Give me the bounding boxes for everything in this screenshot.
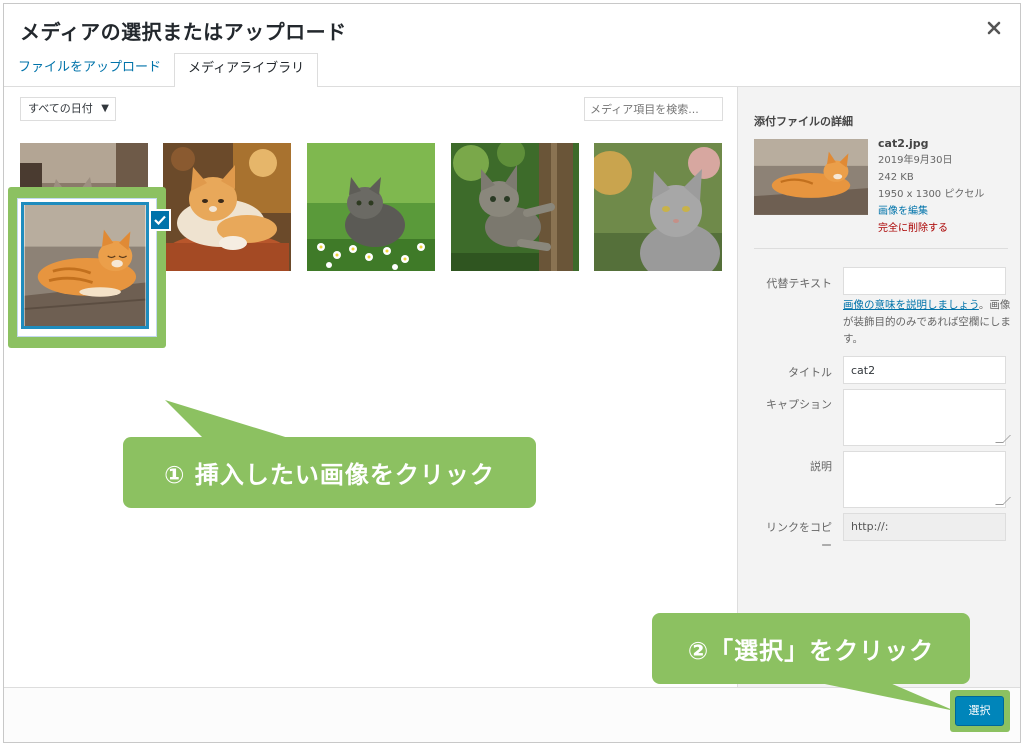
media-item-thumbnail[interactable] xyxy=(594,143,722,271)
title-input[interactable] xyxy=(843,356,1006,384)
modal-tabs: ファイルをアップロード メディアライブラリ xyxy=(4,51,1020,88)
select-button-highlight: 選択 xyxy=(950,690,1010,732)
tab-upload-files[interactable]: ファイルをアップロード xyxy=(18,53,161,87)
attachment-filename: cat2.jpg xyxy=(878,137,929,150)
cat2-image xyxy=(24,205,146,326)
alt-text-label: 代替テキスト xyxy=(766,277,832,290)
attachment-details-heading: 添付ファイルの詳細 xyxy=(754,115,853,128)
attachment-info: cat2.jpg 2019年9月30日 242 KB 1950 x 1300 ピ… xyxy=(878,135,984,237)
media-item-thumbnail[interactable] xyxy=(451,143,579,271)
media-library-content: すべての日付 ▼ xyxy=(4,87,737,687)
cat2-preview-image xyxy=(754,139,868,215)
date-filter-select[interactable]: すべての日付 ▼ xyxy=(20,97,116,121)
close-icon xyxy=(987,21,1001,35)
attachment-filesize: 242 KB xyxy=(878,172,914,183)
attachment-date: 2019年9月30日 xyxy=(878,155,953,166)
close-button[interactable] xyxy=(982,16,1006,40)
selected-highlight xyxy=(8,187,171,348)
delete-permanently-link[interactable]: 完全に削除する xyxy=(878,220,984,237)
media-item-selected[interactable] xyxy=(18,199,171,336)
select-button[interactable]: 選択 xyxy=(955,696,1004,726)
tab-media-library[interactable]: メディアライブラリ xyxy=(174,53,319,88)
selected-check-icon[interactable] xyxy=(149,209,171,231)
cat-kitten-grass-flowers-image xyxy=(307,143,435,271)
callout-step-2: ②「選択」をクリック xyxy=(652,613,970,684)
edit-image-link[interactable]: 画像を編集 xyxy=(878,203,984,220)
sidebar-divider xyxy=(754,248,1008,249)
caption-textarea[interactable] xyxy=(843,389,1006,446)
callout-2-pointer xyxy=(820,683,955,711)
attachment-preview xyxy=(754,139,868,215)
cat-kitten-tree-image xyxy=(451,143,579,271)
description-textarea[interactable] xyxy=(843,451,1006,508)
title-label: タイトル xyxy=(788,366,832,379)
callout-1-pointer xyxy=(165,400,295,440)
media-search-input[interactable] xyxy=(584,97,723,121)
alt-text-help: 画像の意味を説明しましょう。画像が装飾目的のみであれば空欄にします。 xyxy=(843,297,1013,348)
modal-title: メディアの選択またはアップロード xyxy=(20,20,347,44)
alt-text-help-link[interactable]: 画像の意味を説明しましょう xyxy=(843,299,979,311)
cat-orange-white-pot-image xyxy=(163,143,291,271)
attachment-details-sidebar: 添付ファイルの詳細 cat2.jpg 2019年9月30日 242 KB 195… xyxy=(737,87,1020,687)
caption-label: キャプション xyxy=(766,398,832,411)
copy-link-label: リンクをコピー xyxy=(766,521,832,552)
copy-link-field[interactable]: http://: xyxy=(843,513,1006,541)
caret-down-icon: ▼ xyxy=(101,103,109,114)
media-item-thumbnail[interactable] xyxy=(163,143,291,271)
attachment-dimensions: 1950 x 1300 ピクセル xyxy=(878,189,985,200)
description-label: 説明 xyxy=(810,460,832,473)
media-item-thumbnail[interactable] xyxy=(307,143,435,271)
alt-text-input[interactable] xyxy=(843,267,1006,295)
date-filter-value: すべての日付 xyxy=(28,102,93,115)
cat-gray-garden-image xyxy=(594,143,722,271)
callout-step-1: ① 挿入したい画像をクリック xyxy=(123,437,536,508)
cat2-thumbnail[interactable] xyxy=(21,202,149,329)
